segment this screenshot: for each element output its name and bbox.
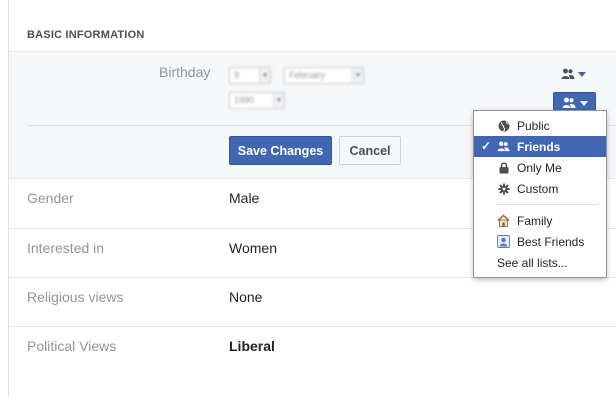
birthday-label: Birthday — [159, 64, 211, 80]
info-row-religious-views: Religious views None — [9, 277, 616, 326]
birthday-year-value: 1990 — [234, 95, 255, 105]
row-value: None — [229, 289, 263, 305]
audience-dropdown-menu: Public ✓ Friends Only Me Custom Family B… — [473, 110, 607, 278]
section-title: BASIC INFORMATION — [27, 29, 145, 41]
menu-item-only-me[interactable]: Only Me — [474, 157, 606, 178]
menu-item-label: Friends — [517, 139, 561, 154]
birthday-month-select[interactable]: February ▾ — [284, 67, 364, 84]
audience-selector-hover[interactable] — [561, 68, 586, 80]
person-card-icon — [497, 235, 510, 248]
menu-separator — [496, 204, 598, 205]
menu-item-family[interactable]: Family — [474, 210, 606, 231]
caret-down-icon — [579, 100, 588, 106]
row-value: Male — [229, 190, 260, 206]
info-row-political-views: Political Views Liberal — [9, 326, 616, 375]
menu-item-label: Best Friends — [517, 234, 585, 249]
friends-icon — [562, 97, 575, 108]
see-all-lists-label: See all lists... — [497, 255, 568, 270]
menu-item-custom[interactable]: Custom — [474, 178, 606, 199]
friends-icon — [497, 140, 510, 153]
see-all-lists-link[interactable]: See all lists... — [474, 252, 606, 273]
row-label: Religious views — [27, 289, 124, 305]
row-value: Liberal — [229, 338, 275, 354]
menu-item-best-friends[interactable]: Best Friends — [474, 231, 606, 252]
birthday-year-select[interactable]: 1990 ▾ — [229, 92, 285, 109]
birthday-day-value: 9 — [234, 70, 240, 80]
birthday-month-value: February — [289, 70, 326, 80]
friends-icon — [561, 68, 575, 79]
menu-item-public[interactable]: Public — [474, 115, 606, 136]
checkmark-icon: ✓ — [481, 139, 492, 153]
house-icon — [497, 214, 510, 227]
cancel-button[interactable]: Cancel — [339, 136, 401, 165]
chevron-down-icon: ▾ — [352, 68, 363, 83]
menu-item-label: Family — [517, 213, 553, 228]
save-changes-button[interactable]: Save Changes — [229, 136, 332, 165]
menu-item-label: Custom — [517, 181, 559, 196]
row-label: Political Views — [27, 338, 117, 354]
gear-icon — [497, 182, 510, 195]
menu-item-friends[interactable]: ✓ Friends — [474, 136, 606, 157]
row-value: Women — [229, 240, 277, 256]
menu-item-label: Only Me — [517, 160, 562, 175]
caret-down-icon — [578, 71, 586, 77]
chevron-down-icon: ▾ — [273, 93, 284, 108]
lock-icon — [497, 161, 510, 174]
globe-icon — [497, 119, 510, 132]
row-label: Gender — [27, 190, 74, 206]
menu-item-label: Public — [517, 118, 550, 133]
row-label: Interested in — [27, 240, 105, 256]
birthday-day-select[interactable]: 9 ▾ — [229, 67, 271, 84]
chevron-down-icon: ▾ — [259, 68, 270, 83]
profile-about-panel: BASIC INFORMATION Birthday 9 ▾ February … — [8, 0, 616, 397]
